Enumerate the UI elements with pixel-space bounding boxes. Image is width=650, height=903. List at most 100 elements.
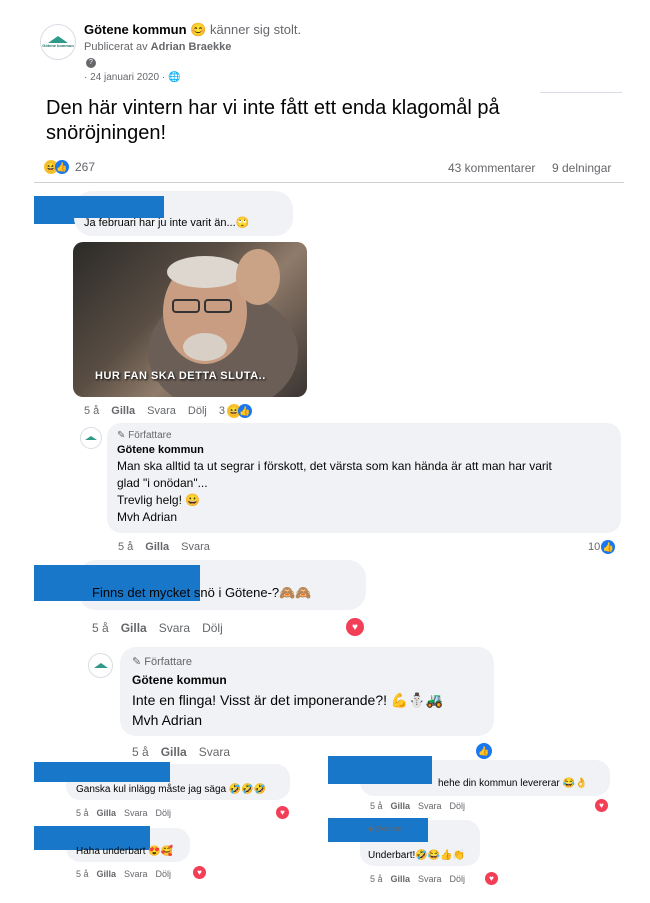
reply-author-name[interactable]: Götene kommun <box>132 673 227 687</box>
like-icon[interactable]: 👍 <box>476 743 492 759</box>
like-button[interactable]: Gilla <box>121 621 147 635</box>
comment-reactions[interactable]: 3 😆 👍 <box>219 404 252 418</box>
like-icon: 👍 <box>601 540 616 554</box>
comment-actions: 5 å Gilla Svara Dölj <box>76 869 171 879</box>
like-button[interactable]: Gilla <box>161 745 187 759</box>
reactions-summary[interactable]: 😆 👍 267 <box>44 160 95 174</box>
redaction <box>328 756 432 784</box>
reply-line: Man ska alltid ta ut segrar i förskott, … <box>117 459 552 473</box>
post-date[interactable]: · 24 januari 2020 · <box>84 72 165 83</box>
reply-line: glad "i onödan"... <box>117 476 208 490</box>
post-header-line: Götene kommun 😊 känner sig stolt. <box>84 22 301 38</box>
reply-text: Inte en flinga! Visst är det imponerande… <box>132 690 443 730</box>
page-name[interactable]: Götene kommun <box>84 22 187 37</box>
comment-reactions[interactable]: 10 👍 <box>588 540 616 554</box>
diamond-icon: ◆ <box>368 826 374 833</box>
author-badge: ✎ Författare <box>132 655 192 668</box>
reply-button[interactable]: Svara <box>418 874 442 884</box>
comment-reaction-count: 3 <box>218 405 225 417</box>
hide-button[interactable]: Dölj <box>156 808 172 818</box>
comment-text: Haha underbart 😍🥰 <box>76 846 174 857</box>
reply-button[interactable]: Svara <box>199 745 230 759</box>
comment-actions: 5 å Gilla Svara Dölj <box>370 801 465 811</box>
comment-actions: 5 å Gilla Svara Dölj <box>370 874 465 884</box>
pencil-icon: ✎ <box>117 430 126 441</box>
heart-icon[interactable]: ♥ <box>595 799 608 812</box>
reply-button[interactable]: Svara <box>181 541 210 553</box>
logo-text: Götene kommun <box>42 43 74 48</box>
published-by-name[interactable]: Adrian Braekke <box>151 41 232 53</box>
comment-actions: 5 å Gilla Svara Dölj 3 😆 👍 <box>84 404 252 418</box>
like-button[interactable]: Gilla <box>97 808 117 818</box>
logo-roof-icon <box>93 663 108 668</box>
comment-text: hehe din kommun levererar 😂👌 <box>438 778 588 789</box>
reply-author-name[interactable]: Götene kommun <box>117 444 204 456</box>
comment-time[interactable]: 5 å <box>118 541 133 553</box>
page-avatar[interactable] <box>88 653 113 678</box>
reply-text: Man ska alltid ta ut segrar i förskott, … <box>117 458 617 526</box>
shares-count[interactable]: 9 delningar <box>552 161 611 175</box>
reply-line: Inte en flinga! Visst är det imponerande… <box>132 692 444 708</box>
heart-icon[interactable]: ♥ <box>346 618 364 636</box>
author-badge: ✎ Författare <box>117 430 172 441</box>
help-icon[interactable]: ? <box>86 58 96 68</box>
logo-roof-icon <box>48 36 68 43</box>
like-button[interactable]: Gilla <box>145 541 169 553</box>
published-by-prefix: Publicerat av <box>84 41 148 53</box>
comment-time[interactable]: 5 å <box>370 801 383 811</box>
redaction <box>34 196 164 218</box>
fan-badge: ◆ Stort fan <box>368 825 402 833</box>
reply-button[interactable]: Svara <box>418 801 442 811</box>
post-text: Den här vintern har vi inte fått ett end… <box>46 97 500 144</box>
comment-text: Underbart!🤣😂👍👏 <box>368 850 466 861</box>
meme-image[interactable]: HUR FAN SKA DETTA SLUTA.. <box>73 242 307 397</box>
page-avatar[interactable]: Götene kommun <box>40 24 76 60</box>
logo-roof-icon <box>85 436 97 440</box>
redaction <box>34 762 170 782</box>
like-icon: 👍 <box>55 160 69 174</box>
reply-button[interactable]: Svara <box>124 808 148 818</box>
like-button[interactable]: Gilla <box>391 801 411 811</box>
feeling-emoji: 😊 <box>190 22 207 37</box>
author-badge-label: Författare <box>144 656 192 668</box>
reply-line: Mvh Adrian <box>117 510 178 524</box>
meme-caption: HUR FAN SKA DETTA SLUTA.. <box>95 370 266 382</box>
hide-button[interactable]: Dölj <box>202 621 223 635</box>
pencil-icon: ✎ <box>132 656 142 668</box>
reply-button[interactable]: Svara <box>147 405 176 417</box>
heart-icon[interactable]: ♥ <box>276 806 289 819</box>
reply-button[interactable]: Svara <box>159 621 190 635</box>
like-button[interactable]: Gilla <box>391 874 411 884</box>
like-button[interactable]: Gilla <box>97 869 117 879</box>
author-badge-label: Författare <box>128 430 172 441</box>
comment-text: Ganska kul inlägg måste jag säga 🤣🤣🤣 <box>76 784 267 795</box>
divider <box>34 182 624 183</box>
comment-time[interactable]: 5 å <box>370 874 383 884</box>
heart-icon[interactable]: ♥ <box>485 872 498 885</box>
comment-reaction-count: 10 <box>588 541 601 553</box>
fan-badge-label: Stort fan <box>375 826 402 833</box>
like-icon: 👍 <box>237 404 252 418</box>
hide-button[interactable]: Dölj <box>450 874 466 884</box>
globe-icon: 🌐 <box>167 72 181 83</box>
comment-time[interactable]: 5 å <box>76 869 89 879</box>
page-avatar[interactable] <box>80 427 102 449</box>
comment-time[interactable]: 5 å <box>92 621 109 635</box>
reply-line: Mvh Adrian <box>132 712 203 728</box>
hide-button[interactable]: Dölj <box>188 405 207 417</box>
comment-time[interactable]: 5 å <box>132 745 149 759</box>
reply-button[interactable]: Svara <box>124 869 148 879</box>
comment-time[interactable]: 5 å <box>84 405 99 417</box>
comment-time[interactable]: 5 å <box>76 808 89 818</box>
comment-actions: 5 å Gilla Svara Dölj <box>92 621 223 635</box>
comments-count[interactable]: 43 kommentarer <box>448 161 535 175</box>
comment-actions: 5 å Gilla Svara <box>118 541 210 553</box>
published-by: Publicerat av Adrian Braekke <box>84 41 231 53</box>
divider-faint <box>540 92 622 93</box>
hide-button[interactable]: Dölj <box>450 801 466 811</box>
heart-icon[interactable]: ♥ <box>193 866 206 879</box>
post-date-line: · 24 januari 2020 · 🌐 <box>84 72 180 83</box>
like-button[interactable]: Gilla <box>111 405 135 417</box>
hide-button[interactable]: Dölj <box>156 869 172 879</box>
comment-actions: 5 å Gilla Svara Dölj <box>76 808 171 818</box>
